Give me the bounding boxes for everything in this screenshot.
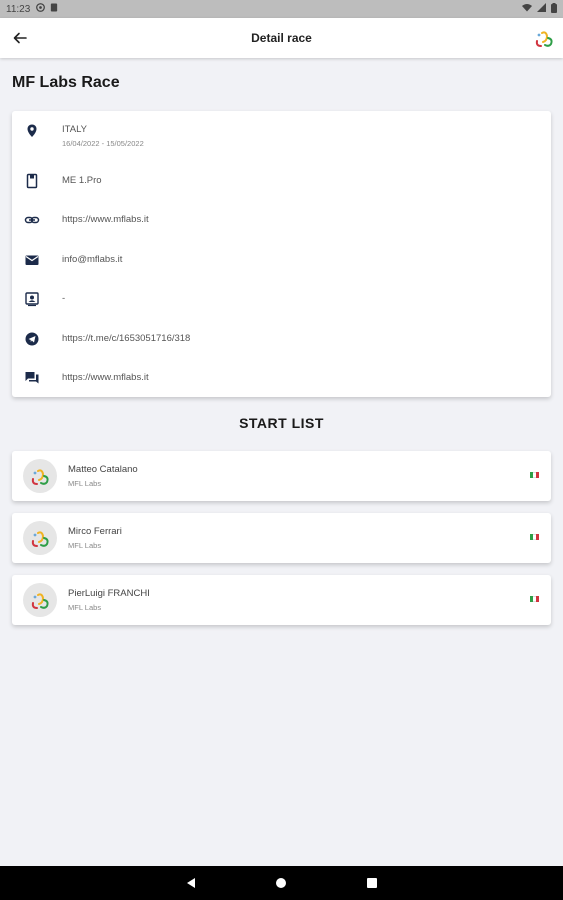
sync-icon: [36, 3, 46, 15]
contact-text: -: [62, 293, 66, 304]
app-logo: [533, 27, 555, 49]
series-text: ME 1.Pro: [62, 175, 102, 186]
mail-icon: [24, 252, 40, 268]
back-button[interactable]: [10, 28, 30, 48]
telegram-link[interactable]: https://t.me/c/1653051716/318: [62, 333, 190, 344]
website-link[interactable]: https://www.mflabs.it: [62, 214, 149, 225]
chat-icon: [24, 370, 40, 386]
location-pin-icon: [24, 123, 40, 139]
nav-back-button[interactable]: [185, 876, 197, 894]
telegram-icon: [24, 331, 40, 347]
athlete-team: MFL Labs: [68, 603, 102, 612]
contact-icon: [24, 291, 40, 307]
circle-home-icon: [276, 878, 286, 888]
italy-flag-icon: [530, 472, 539, 478]
wifi-icon: [522, 3, 532, 15]
logo-icon: [31, 531, 49, 547]
navigation-bar: [0, 866, 563, 900]
nav-home-button[interactable]: [275, 876, 287, 894]
storage-icon: [50, 3, 58, 15]
race-info-card: ITALY 16/04/2022 - 15/05/2022 ME 1.Pro h…: [12, 111, 551, 397]
chat-link[interactable]: https://www.mflabs.it: [62, 372, 149, 383]
location-text: ITALY: [62, 124, 87, 135]
athlete-name: Matteo Catalano: [68, 464, 138, 475]
status-time: 11:23: [6, 3, 31, 15]
logo-icon: [31, 469, 49, 485]
athlete-card[interactable]: Matteo Catalano MFL Labs: [12, 451, 551, 501]
avatar: [23, 583, 57, 617]
link-icon: [24, 212, 40, 228]
athlete-team: MFL Labs: [68, 541, 102, 550]
athlete-card[interactable]: PierLuigi FRANCHI MFL Labs: [12, 575, 551, 625]
app-bar: Detail race: [0, 18, 563, 58]
arrow-left-icon: [13, 32, 27, 44]
logo-icon: [535, 31, 553, 47]
square-recents-icon: [367, 878, 377, 888]
avatar: [23, 521, 57, 555]
nav-recents-button[interactable]: [366, 876, 378, 894]
athlete-name: PierLuigi FRANCHI: [68, 588, 150, 599]
badge-icon: [24, 173, 40, 189]
email-link[interactable]: info@mflabs.it: [62, 254, 122, 265]
race-title: MF Labs Race: [12, 74, 120, 91]
start-list-title: START LIST: [239, 415, 324, 431]
athlete-card[interactable]: Mirco Ferrari MFL Labs: [12, 513, 551, 563]
date-range-text: 16/04/2022 - 15/05/2022: [62, 139, 144, 148]
triangle-back-icon: [187, 878, 195, 888]
battery-icon: [551, 2, 557, 16]
avatar: [23, 459, 57, 493]
athlete-team: MFL Labs: [68, 479, 102, 488]
logo-icon: [31, 593, 49, 609]
status-bar: 11:23: [0, 0, 563, 18]
italy-flag-icon: [530, 596, 539, 602]
italy-flag-icon: [530, 534, 539, 540]
signal-icon: [537, 3, 546, 15]
athlete-name: Mirco Ferrari: [68, 526, 122, 537]
page-title: Detail race: [251, 31, 312, 45]
